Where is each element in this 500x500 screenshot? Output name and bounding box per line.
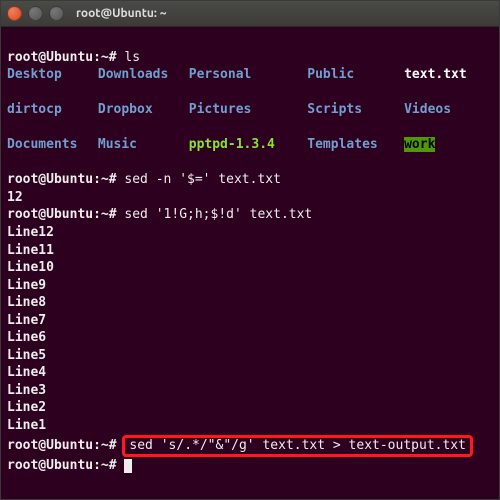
ls-entry: Public (307, 66, 404, 84)
output-line: Line6 (7, 330, 46, 345)
ls-entry: Personal (189, 66, 308, 84)
output-line: Line12 (7, 225, 54, 240)
output-line: Line3 (7, 383, 46, 398)
window-title: root@Ubuntu: ~ (76, 7, 166, 20)
annotation-highlight-box: sed 's/.*/"&"/g' text.txt > text-output.… (122, 435, 473, 457)
command-sed-count: sed -n '$=' text.txt (124, 172, 281, 187)
output-line: Line10 (7, 260, 54, 275)
prompt: root@Ubuntu:~# (7, 207, 117, 222)
command-sed-reverse: sed '1!G;h;$!d' text.txt (124, 207, 312, 222)
ls-row: DocumentsMusicpptpd-1.3.4Templateswork (7, 136, 493, 154)
ls-entry: Documents (7, 136, 98, 154)
output-line: Line9 (7, 278, 46, 293)
prompt: root@Ubuntu:~# (7, 458, 117, 473)
output-line: Line11 (7, 243, 54, 258)
ls-entry: Pictures (189, 101, 308, 119)
ls-entry: Scripts (307, 101, 404, 119)
cursor-icon (124, 459, 132, 473)
terminal-body[interactable]: root@Ubuntu:~# ls DesktopDownloadsPerson… (1, 27, 499, 499)
ls-row: DesktopDownloadsPersonalPublictext.txt (7, 66, 493, 84)
close-icon[interactable] (7, 6, 22, 21)
output-line: Line1 (7, 418, 46, 433)
ls-entry: Downloads (98, 66, 189, 84)
ls-entry: Desktop (7, 66, 98, 84)
output-line: 12 (7, 190, 23, 205)
prompt: root@Ubuntu:~# (7, 438, 117, 453)
ls-row: dirtocpDropboxPicturesScriptsVideos (7, 101, 493, 119)
ls-entry: Videos (404, 101, 493, 119)
prompt: root@Ubuntu:~# (7, 172, 117, 187)
ls-entry-selected: work (404, 137, 435, 152)
minimize-icon[interactable] (28, 6, 43, 21)
ls-entry: dirtocp (7, 101, 98, 119)
command-ls: ls (124, 50, 140, 65)
prompt: root@Ubuntu:~# (7, 50, 117, 65)
output-line: Line8 (7, 295, 46, 310)
output-line: Line4 (7, 365, 46, 380)
ls-entry: Music (98, 136, 189, 154)
ls-entry: pptpd-1.3.4 (189, 136, 308, 154)
output-line: Line2 (7, 400, 46, 415)
titlebar[interactable]: root@Ubuntu: ~ (1, 1, 499, 27)
ls-entry: Templates (307, 136, 404, 154)
output-line: Line5 (7, 348, 46, 363)
terminal-window: root@Ubuntu: ~ root@Ubuntu:~# ls Desktop… (0, 0, 500, 500)
maximize-icon[interactable] (49, 6, 64, 21)
command-sed-quote: sed 's/.*/"&"/g' text.txt > text-output.… (129, 438, 466, 453)
ls-entry: text.txt (404, 66, 493, 84)
ls-entry: Dropbox (98, 101, 189, 119)
output-line: Line7 (7, 313, 46, 328)
